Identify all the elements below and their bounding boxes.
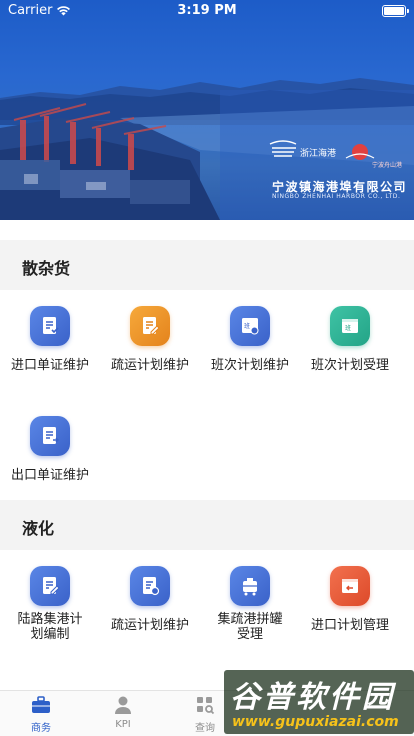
menu-item-label: 出口单证维护 (10, 468, 89, 483)
svg-text:班: 班 (345, 324, 351, 332)
tank-icon (230, 566, 270, 606)
menu-item-shift-plan[interactable]: 班 班次计划维护 (200, 306, 300, 373)
shift-gear-icon: 班 (230, 306, 270, 346)
section-title: 液化 (22, 519, 55, 538)
menu-item-label: 疏运计划维护 (110, 618, 189, 633)
briefcase-icon (30, 694, 52, 716)
document-edit-icon (30, 566, 70, 606)
harbor-banner[interactable]: 浙江海港 宁波舟山港 宁波镇海港埠有限公司 NINGBO ZHENHAI HAR… (0, 0, 414, 220)
menu-item-import-plan-mgmt[interactable]: 进口计划管理 (300, 566, 400, 633)
section-title: 散杂货 (22, 259, 71, 278)
menu-item-land-collection-plan[interactable]: 陆路集港计划编制 (0, 566, 100, 642)
menu-item-label: 班次计划受理 (310, 358, 389, 373)
section-header-liquid: 液化 (0, 500, 414, 550)
menu-item-label: 进口计划管理 (310, 618, 389, 633)
watermark-url: www.gupuxiazai.com (232, 714, 399, 730)
zhejiang-port-logo: 浙江海港 (300, 149, 337, 159)
liquid-grid: 陆路集港计划编制 疏运计划维护 集疏港拼罐受理 进口计划管理 (0, 550, 414, 690)
menu-item-label: 陆路集港计划编制 (17, 612, 83, 642)
svg-text:班: 班 (244, 322, 250, 330)
menu-item-dispatch-plan[interactable]: 疏运计划维护 (100, 306, 200, 373)
status-time: 3:19 PM (177, 3, 237, 18)
document-export-icon (30, 416, 70, 456)
person-icon (112, 694, 134, 716)
battery-icon (382, 5, 409, 17)
ningbo-port-logo: 宁波舟山港 (372, 162, 403, 169)
search-grid-icon (194, 694, 216, 716)
menu-item-label: 进口单证维护 (10, 358, 89, 373)
tab-business[interactable]: 商务 (0, 694, 82, 734)
menu-item-export-docs[interactable]: 出口单证维护 (0, 416, 100, 483)
status-bar: Carrier 3:19 PM (0, 0, 414, 22)
shift-calendar-icon: 班 (330, 306, 370, 346)
calendar-return-icon (330, 566, 370, 606)
section-header-bulk-cargo: 散杂货 (0, 240, 414, 290)
bulk-cargo-grid: 进口单证维护 疏运计划维护 班 班次计划维护 班 班次计划受理 出口单证维护 (0, 290, 414, 510)
menu-item-shift-accept[interactable]: 班 班次计划受理 (300, 306, 400, 373)
document-gear-icon (130, 566, 170, 606)
tab-label: KPI (115, 719, 131, 730)
menu-item-import-docs[interactable]: 进口单证维护 (0, 306, 100, 373)
document-edit-icon (130, 306, 170, 346)
document-check-icon (30, 306, 70, 346)
banner-spacer (0, 220, 414, 240)
menu-item-label: 班次计划维护 (210, 358, 289, 373)
tab-label: 商务 (31, 723, 51, 734)
tab-kpi[interactable]: KPI (82, 694, 164, 730)
menu-item-label: 疏运计划维护 (110, 358, 189, 373)
watermark-title: 谷普软件园 (230, 680, 395, 715)
site-watermark: 谷普软件园 www.gupuxiazai.com (224, 670, 414, 734)
company-name-en: NINGBO ZHENHAI HARBOR CO., LTD. (272, 193, 401, 200)
menu-item-liquid-dispatch-plan[interactable]: 疏运计划维护 (100, 566, 200, 633)
menu-item-tank-consolidation[interactable]: 集疏港拼罐受理 (200, 566, 300, 642)
menu-item-label: 集疏港拼罐受理 (217, 612, 283, 642)
